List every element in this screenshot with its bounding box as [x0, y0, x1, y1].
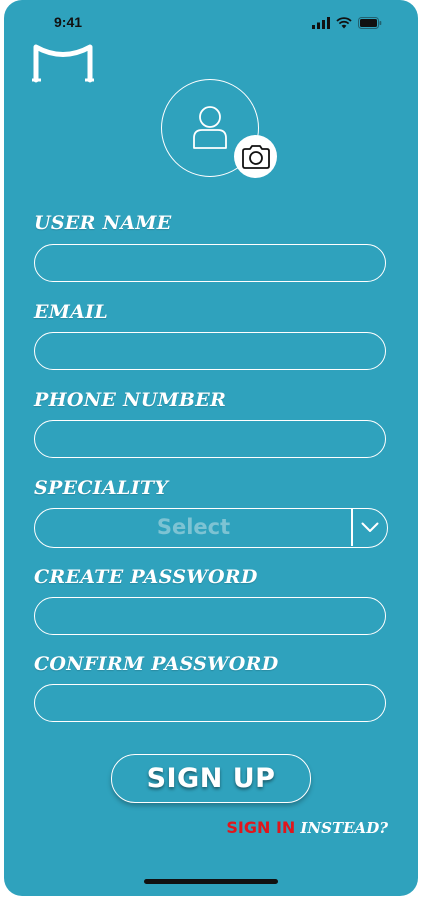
signal-icon: [312, 14, 330, 33]
confirm-password-label: CONFIRM PASSWORD: [34, 653, 279, 675]
speciality-label: SPECIALITY: [34, 477, 169, 499]
sign-up-button[interactable]: SIGN UP: [111, 754, 311, 803]
phone-field[interactable]: [34, 420, 386, 458]
phone-input[interactable]: [35, 421, 385, 457]
confirm-password-input[interactable]: [35, 685, 385, 721]
camera-icon[interactable]: [234, 135, 277, 178]
email-field[interactable]: [34, 332, 386, 370]
sign-in-row: SIGN IN INSTEAD?: [226, 818, 388, 837]
email-label: EMAIL: [34, 301, 109, 323]
create-password-input[interactable]: [35, 598, 385, 634]
wifi-icon: [336, 14, 352, 33]
create-password-field[interactable]: [34, 597, 386, 635]
battery-icon: [358, 14, 382, 33]
chevron-down-icon[interactable]: [353, 509, 387, 546]
phone-label: PHONE NUMBER: [34, 389, 227, 411]
status-icons: [312, 14, 382, 33]
speciality-selected-value: Select: [156, 515, 231, 539]
status-bar: 9:41: [4, 0, 418, 44]
person-icon: [190, 104, 230, 154]
speciality-select[interactable]: Select: [34, 508, 388, 548]
sign-in-link[interactable]: SIGN IN: [226, 818, 295, 837]
username-field[interactable]: [34, 244, 386, 282]
confirm-password-field[interactable]: [34, 684, 386, 722]
username-input[interactable]: [35, 245, 385, 281]
m-logo-icon: [32, 44, 94, 88]
phone-screen: 9:41 USER NAME EMAIL PHONE NUMBER SPECIA…: [4, 0, 418, 896]
email-input[interactable]: [35, 333, 385, 369]
username-label: USER NAME: [34, 212, 172, 234]
home-indicator: [144, 879, 278, 884]
status-time: 9:41: [54, 14, 83, 30]
create-password-label: CREATE PASSWORD: [34, 566, 258, 588]
instead-text: INSTEAD?: [300, 819, 388, 837]
